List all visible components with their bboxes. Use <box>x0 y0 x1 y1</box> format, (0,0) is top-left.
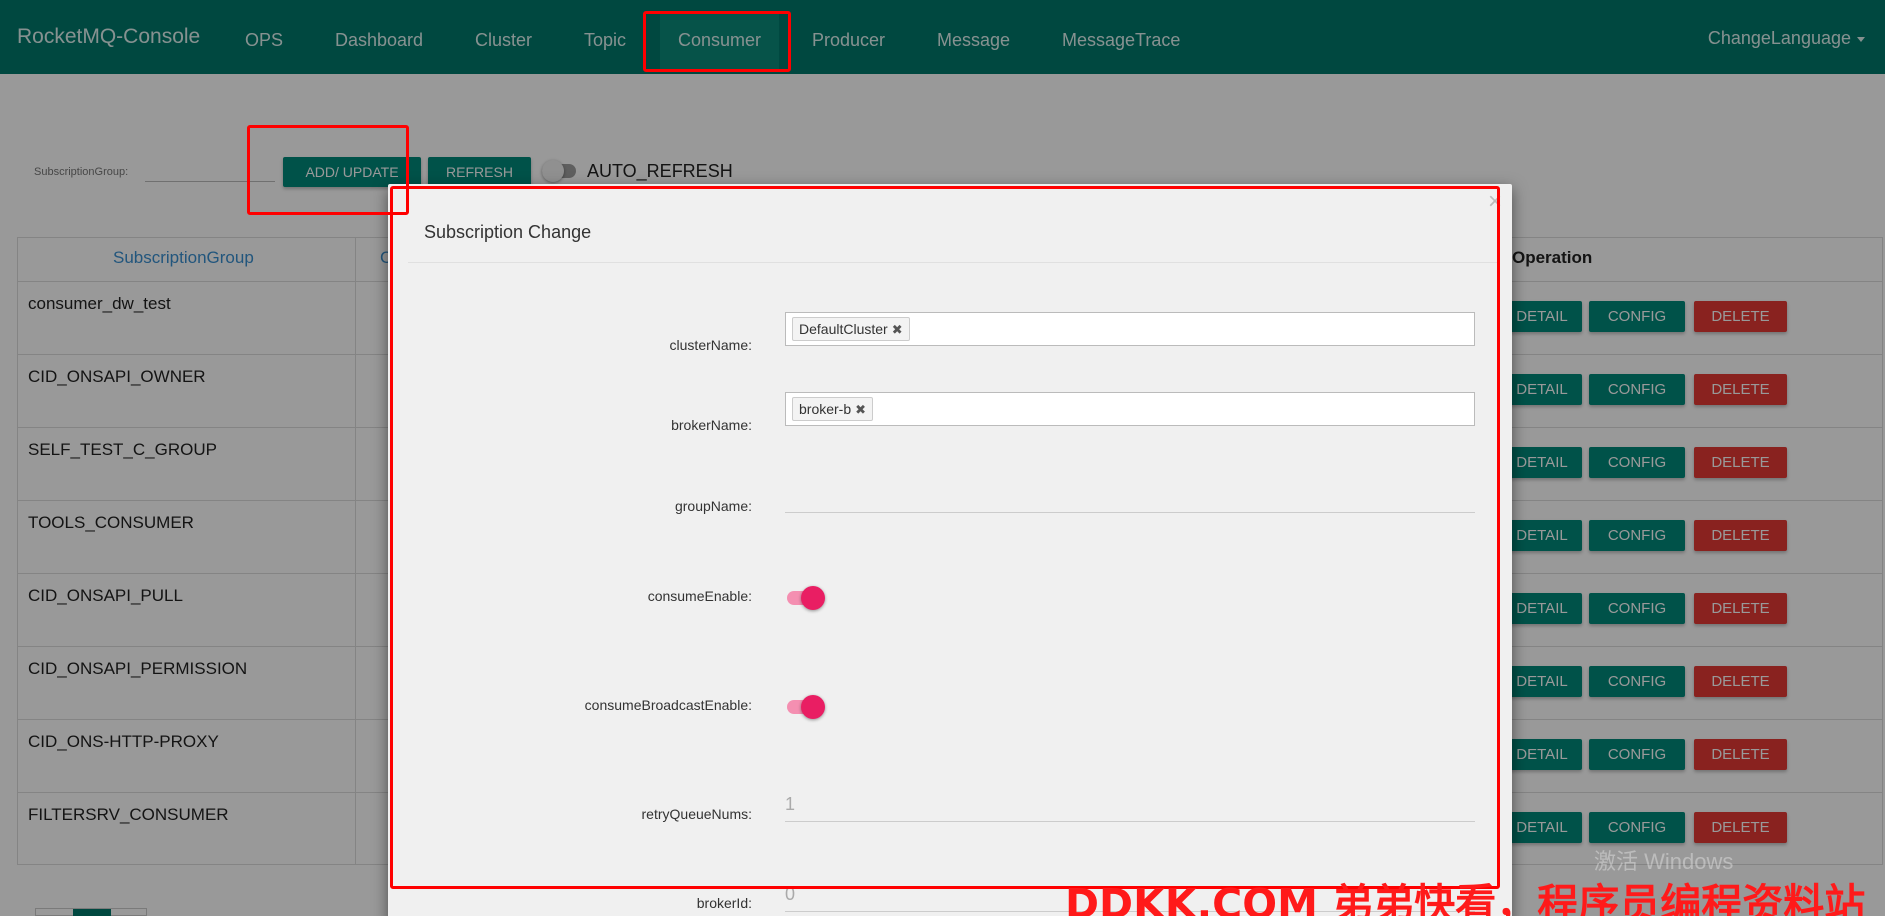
highlight-consumer-tab <box>643 11 791 72</box>
broker-id-label: brokerId: <box>696 895 752 911</box>
highlight-dialog <box>390 186 1500 889</box>
site-watermark: DDKK.COM 弟弟快看，程序员编程资料站 <box>1065 880 1866 916</box>
highlight-add-update-button <box>247 125 409 215</box>
